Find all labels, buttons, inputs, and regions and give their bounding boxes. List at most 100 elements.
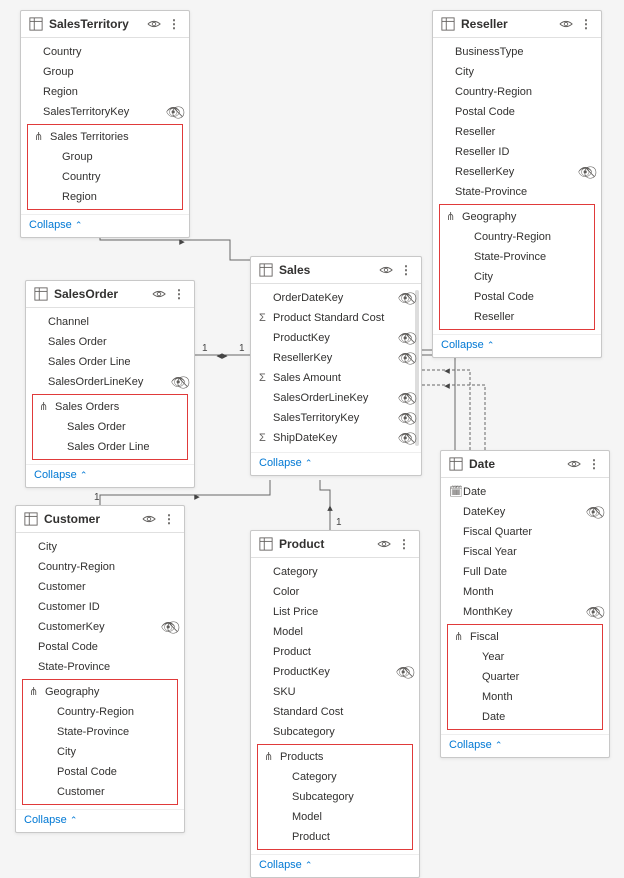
table-product[interactable]: Product ⋮ Category Color List Price Mode… [250, 530, 420, 878]
field-row[interactable]: MonthKey👁︎⃠ [441, 602, 609, 622]
hierarchy-header[interactable]: ⋔Geography [23, 682, 177, 702]
table-sales[interactable]: Sales ⋮ OrderDateKey👁︎⃠ ΣProduct Standar… [250, 256, 422, 476]
more-icon[interactable]: ⋮ [579, 17, 593, 31]
field-row[interactable]: City [16, 537, 184, 557]
hierarchy-level[interactable]: Category [258, 767, 412, 787]
hierarchy-header[interactable]: ⋔Sales Orders [33, 397, 187, 417]
table-header[interactable]: Product ⋮ [251, 531, 419, 558]
table-customer[interactable]: Customer ⋮ City Country-Region Customer … [15, 505, 185, 833]
field-row[interactable]: ΣProduct Standard Cost [251, 308, 421, 328]
hierarchy-level[interactable]: Model [258, 807, 412, 827]
hierarchy-header[interactable]: ⋔Fiscal [448, 627, 602, 647]
hierarchy-level[interactable]: Year [448, 647, 602, 667]
more-icon[interactable]: ⋮ [172, 287, 186, 301]
visibility-icon[interactable] [379, 263, 393, 277]
collapse-link[interactable]: Collapse⌃ [34, 469, 87, 481]
table-header[interactable]: SalesTerritory ⋮ [21, 11, 189, 38]
table-salesorder[interactable]: SalesOrder ⋮ Channel Sales Order Sales O… [25, 280, 195, 488]
table-header[interactable]: Customer ⋮ [16, 506, 184, 533]
field-row[interactable]: Fiscal Year [441, 542, 609, 562]
field-row[interactable]: SalesTerritoryKey👁︎⃠ [251, 408, 421, 428]
field-row[interactable]: List Price [251, 602, 419, 622]
collapse-link[interactable]: Collapse⌃ [441, 339, 494, 351]
hierarchy-level[interactable]: Reseller [440, 307, 594, 327]
field-row[interactable]: Reseller ID [433, 142, 601, 162]
collapse-link[interactable]: Collapse⌃ [29, 219, 82, 231]
field-row[interactable]: Customer ID [16, 597, 184, 617]
visibility-icon[interactable] [567, 457, 581, 471]
field-row[interactable]: CustomerKey👁︎⃠ [16, 617, 184, 637]
field-row[interactable]: Country [21, 42, 189, 62]
field-row[interactable]: ResellerKey👁︎⃠ [251, 348, 421, 368]
more-icon[interactable]: ⋮ [162, 512, 176, 526]
field-row[interactable]: Postal Code [16, 637, 184, 657]
hierarchy-level[interactable]: Postal Code [23, 762, 177, 782]
field-row[interactable]: SalesOrderLineKey👁︎⃠ [251, 388, 421, 408]
field-row[interactable]: Customer [16, 577, 184, 597]
hierarchy-level[interactable]: Country [28, 167, 182, 187]
field-row[interactable]: ProductKey👁︎⃠ [251, 662, 419, 682]
collapse-link[interactable]: Collapse⌃ [24, 814, 77, 826]
field-row[interactable]: State-Province [16, 657, 184, 677]
visibility-icon[interactable] [152, 287, 166, 301]
visibility-icon[interactable] [142, 512, 156, 526]
hierarchy-level[interactable]: Sales Order Line [33, 437, 187, 457]
table-header[interactable]: SalesOrder ⋮ [26, 281, 194, 308]
collapse-link[interactable]: Collapse⌃ [259, 457, 312, 469]
field-row[interactable]: Month [441, 582, 609, 602]
field-row[interactable]: Postal Code [433, 102, 601, 122]
visibility-icon[interactable] [377, 537, 391, 551]
hierarchy-header[interactable]: ⋔Sales Territories [28, 127, 182, 147]
hierarchy-level[interactable]: Country-Region [440, 227, 594, 247]
field-row[interactable]: Country-Region [16, 557, 184, 577]
field-row[interactable]: City [433, 62, 601, 82]
visibility-icon[interactable] [559, 17, 573, 31]
more-icon[interactable]: ⋮ [397, 537, 411, 551]
field-row[interactable]: Group [21, 62, 189, 82]
hierarchy-level[interactable]: Country-Region [23, 702, 177, 722]
field-row[interactable]: ProductKey👁︎⃠ [251, 328, 421, 348]
more-icon[interactable]: ⋮ [587, 457, 601, 471]
field-row[interactable]: ResellerKey👁︎⃠ [433, 162, 601, 182]
field-row[interactable]: Standard Cost [251, 702, 419, 722]
field-row[interactable]: ΣShipDateKey👁︎⃠ [251, 428, 421, 448]
table-header[interactable]: Reseller ⋮ [433, 11, 601, 38]
hierarchy-level[interactable]: Postal Code [440, 287, 594, 307]
field-row[interactable]: SKU [251, 682, 419, 702]
field-row[interactable]: Sales Order Line [26, 352, 194, 372]
collapse-link[interactable]: Collapse⌃ [259, 859, 312, 871]
hierarchy-level[interactable]: Group [28, 147, 182, 167]
field-row[interactable]: SalesOrderLineKey👁︎⃠ [26, 372, 194, 392]
field-row[interactable]: ΣSales Amount [251, 368, 421, 388]
hierarchy-level[interactable]: Product [258, 827, 412, 847]
hierarchy-level[interactable]: State-Province [440, 247, 594, 267]
field-row[interactable]: Sales Order [26, 332, 194, 352]
hierarchy-level[interactable]: Date [448, 707, 602, 727]
hierarchy-level[interactable]: State-Province [23, 722, 177, 742]
hierarchy-level[interactable]: Customer [23, 782, 177, 802]
field-row[interactable]: State-Province [433, 182, 601, 202]
field-row[interactable]: ΣTotal Product Cost [251, 448, 421, 452]
field-row[interactable]: SalesTerritoryKey👁︎⃠ [21, 102, 189, 122]
table-header[interactable]: Date ⋮ [441, 451, 609, 478]
table-salesterritory[interactable]: SalesTerritory ⋮ Country Group Region Sa… [20, 10, 190, 238]
field-row[interactable]: Channel [26, 312, 194, 332]
field-row[interactable]: Full Date [441, 562, 609, 582]
hierarchy-level[interactable]: Region [28, 187, 182, 207]
hierarchy-level[interactable]: City [440, 267, 594, 287]
hierarchy-header[interactable]: ⋔Products [258, 747, 412, 767]
hierarchy-header[interactable]: ⋔Geography [440, 207, 594, 227]
field-row[interactable]: Model [251, 622, 419, 642]
visibility-icon[interactable] [147, 17, 161, 31]
hierarchy-level[interactable]: Subcategory [258, 787, 412, 807]
field-row[interactable]: Fiscal Quarter [441, 522, 609, 542]
hierarchy-level[interactable]: City [23, 742, 177, 762]
hierarchy-level[interactable]: Quarter [448, 667, 602, 687]
table-date[interactable]: Date ⋮ 🗓︎Date DateKey👁︎⃠ Fiscal Quarter … [440, 450, 610, 758]
table-header[interactable]: Sales ⋮ [251, 257, 421, 284]
field-row[interactable]: Category [251, 562, 419, 582]
collapse-link[interactable]: Collapse⌃ [449, 739, 502, 751]
field-row[interactable]: Product [251, 642, 419, 662]
more-icon[interactable]: ⋮ [167, 17, 181, 31]
more-icon[interactable]: ⋮ [399, 263, 413, 277]
